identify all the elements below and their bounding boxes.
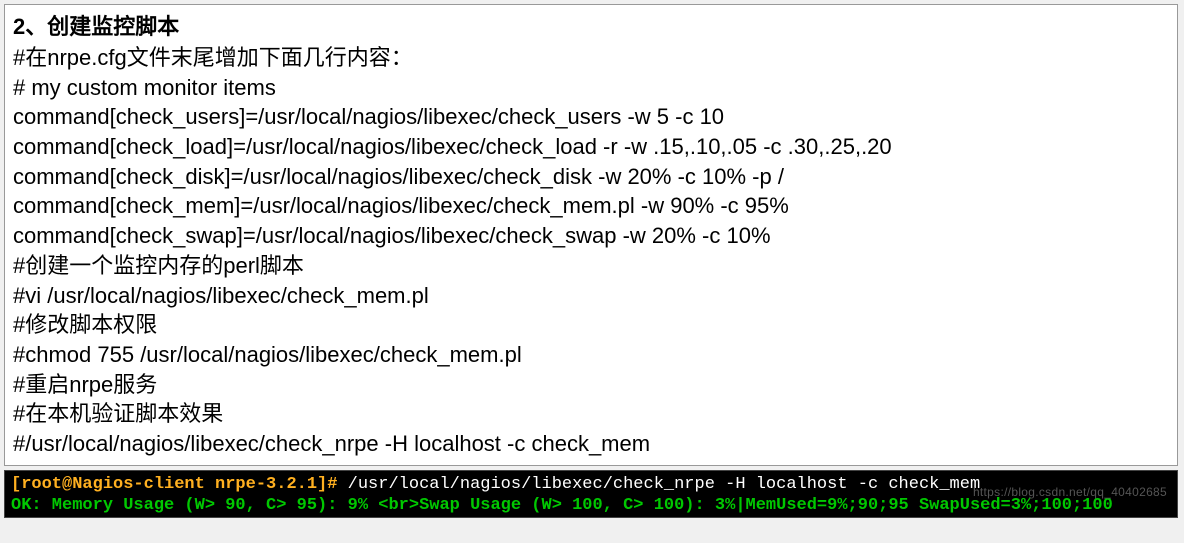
terminal-command: /usr/local/nagios/libexec/check_nrpe -H … <box>337 475 980 494</box>
doc-line: #vi /usr/local/nagios/libexec/check_mem.… <box>13 281 1169 311</box>
doc-line: command[check_swap]=/usr/local/nagios/li… <box>13 221 1169 251</box>
doc-line: # my custom monitor items <box>13 73 1169 103</box>
section-heading: 2、创建监控脚本 <box>13 9 1169 41</box>
doc-line: command[check_users]=/usr/local/nagios/l… <box>13 102 1169 132</box>
doc-line: #创建一个监控内存的perl脚本 <box>13 251 1169 281</box>
watermark-text: https://blog.csdn.net/qq_40402685 <box>973 485 1167 500</box>
terminal-prompt: [root@Nagios-client nrpe-3.2.1]# <box>11 475 337 494</box>
doc-line: #/usr/local/nagios/libexec/check_nrpe -H… <box>13 429 1169 459</box>
doc-line: #修改脚本权限 <box>13 310 1169 340</box>
doc-line: command[check_disk]=/usr/local/nagios/li… <box>13 162 1169 192</box>
document-panel: 2、创建监控脚本 #在nrpe.cfg文件末尾增加下面几行内容： # my cu… <box>4 4 1178 466</box>
doc-line: #chmod 755 /usr/local/nagios/libexec/che… <box>13 340 1169 370</box>
doc-line: command[check_mem]=/usr/local/nagios/lib… <box>13 191 1169 221</box>
doc-line: command[check_load]=/usr/local/nagios/li… <box>13 132 1169 162</box>
terminal-output: [root@Nagios-client nrpe-3.2.1]# /usr/lo… <box>4 470 1178 519</box>
doc-line: #在nrpe.cfg文件末尾增加下面几行内容： <box>13 43 1169 73</box>
doc-line: #重启nrpe服务 <box>13 370 1169 400</box>
doc-line: #在本机验证脚本效果 <box>13 399 1169 429</box>
